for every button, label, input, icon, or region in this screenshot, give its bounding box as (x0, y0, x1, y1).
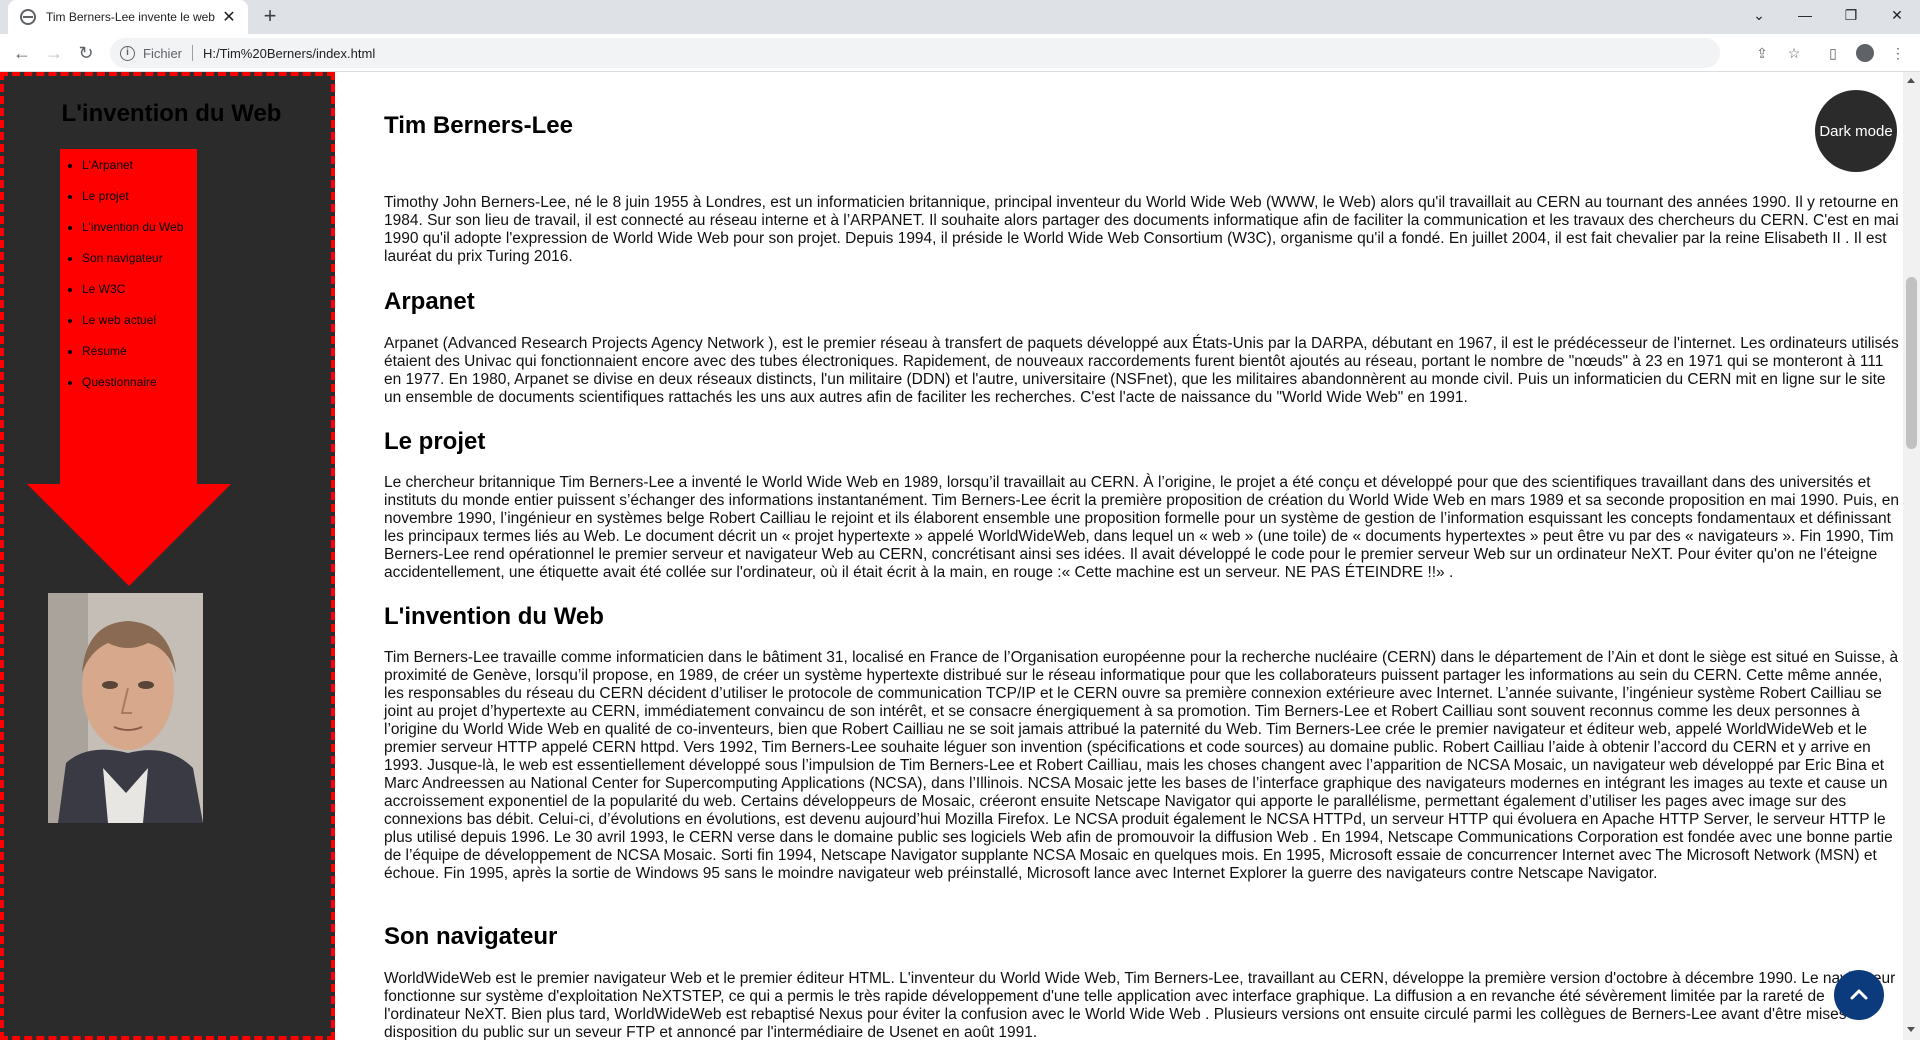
back-arrow-icon[interactable]: ← (10, 41, 34, 65)
info-icon[interactable]: i (120, 45, 135, 61)
scroll-down-icon[interactable] (1907, 1027, 1915, 1032)
close-window-button[interactable]: ✕ (1874, 0, 1920, 30)
dark-mode-button[interactable]: Dark mode (1815, 90, 1897, 172)
browser-menu-icon[interactable]: ⋮ (1888, 43, 1908, 63)
sidebar-item-w3c: Le W3C (82, 282, 194, 296)
reload-icon[interactable]: ↻ (74, 41, 98, 65)
red-arrow-head (27, 484, 231, 586)
sidebar-item-navigateur: Son navigateur (82, 251, 194, 265)
security-label: Fichier (143, 45, 183, 61)
bookmark-star-icon[interactable]: ☆ (1784, 43, 1804, 63)
section-text-arpanet: Arpanet (Advanced Research Projects Agen… (384, 335, 1899, 406)
scrollbar-thumb[interactable] (1906, 277, 1917, 449)
portrait-photo (48, 593, 203, 823)
section-text-invention: Tim Berners-Lee travaille comme informat… (384, 649, 1899, 882)
nav-link-arpanet[interactable]: L'Arpanet (82, 158, 133, 172)
profile-avatar-icon[interactable] (1855, 43, 1875, 63)
side-panel-icon[interactable]: ▯ (1823, 43, 1843, 63)
minimize-button[interactable]: — (1782, 0, 1828, 30)
page-scrollbar[interactable] (1903, 72, 1920, 1040)
sidebar-item-questionnaire: Questionnaire (82, 375, 194, 389)
nav-link-resume[interactable]: Résumé (82, 344, 127, 358)
share-icon[interactable]: ⇪ (1752, 43, 1772, 63)
back-to-top-button[interactable] (1834, 970, 1884, 1020)
nav-link-questionnaire[interactable]: Questionnaire (82, 375, 157, 389)
sidebar: L'invention du Web L'Arpanet Le projet L… (0, 72, 335, 1040)
section-heading-arpanet: Arpanet (384, 288, 475, 315)
nav-link-invention[interactable]: L'invention du Web (82, 220, 183, 234)
sidebar-item-web-actuel: Le web actuel (82, 313, 194, 327)
page-viewport: L'invention du Web L'Arpanet Le projet L… (0, 72, 1920, 1040)
sidebar-item-arpanet: L'Arpanet (82, 158, 194, 172)
section-heading-navigateur: Son navigateur (384, 923, 558, 950)
nav-link-web-actuel[interactable]: Le web actuel (82, 313, 156, 327)
scroll-up-icon[interactable] (1907, 78, 1915, 83)
nav-link-navigateur[interactable]: Son navigateur (82, 251, 163, 265)
omnibox-divider (192, 45, 194, 61)
sidebar-nav: L'Arpanet Le projet L'invention du Web S… (64, 158, 194, 406)
restore-button[interactable]: ❐ (1828, 0, 1874, 30)
tab-title: Tim Berners-Lee invente le web (46, 10, 215, 24)
section-text-projet: Le chercheur britannique Tim Berners-Lee… (384, 474, 1899, 581)
browser-tab[interactable]: Tim Berners-Lee invente le web ✕ (8, 0, 248, 34)
close-tab-icon[interactable]: ✕ (220, 7, 238, 27)
intro-paragraph: Timothy John Berners-Lee, né le 8 juin 1… (384, 194, 1899, 265)
nav-link-w3c[interactable]: Le W3C (82, 282, 125, 296)
tab-search-icon[interactable]: ⌄ (1736, 0, 1782, 30)
sidebar-title: L'invention du Web (61, 100, 282, 127)
sidebar-item-invention: L'invention du Web (82, 220, 194, 234)
chevron-up-icon (1850, 989, 1868, 1000)
browser-tab-bar: Tim Berners-Lee invente le web ✕ + ⌄ — ❐… (0, 0, 1920, 34)
nav-link-projet[interactable]: Le projet (82, 189, 129, 203)
section-heading-projet: Le projet (384, 428, 486, 455)
url-text[interactable]: H:/Tim%20Berners/index.html (203, 46, 375, 61)
forward-arrow-icon[interactable]: → (42, 41, 66, 65)
section-heading-invention: L'invention du Web (384, 603, 604, 630)
browser-toolbar: ← → ↻ i Fichier H:/Tim%20Berners/index.h… (0, 34, 1920, 72)
sidebar-item-resume: Résumé (82, 344, 194, 358)
section-text-navigateur: WorldWideWeb est le premier navigateur W… (384, 970, 1896, 1040)
new-tab-button[interactable]: + (258, 5, 282, 29)
address-bar[interactable]: i Fichier H:/Tim%20Berners/index.html (110, 38, 1720, 68)
sidebar-item-projet: Le projet (82, 189, 194, 203)
page-title: Tim Berners-Lee (384, 112, 573, 139)
globe-icon (20, 9, 36, 25)
